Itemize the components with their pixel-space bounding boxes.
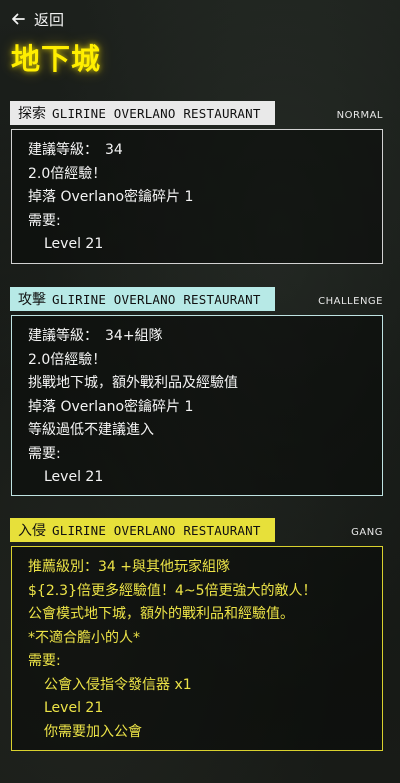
challenge-info: 挑戰地下城，額外戰利品及經驗值	[28, 375, 238, 391]
exp-bonus: 2.0倍經驗！	[28, 165, 107, 182]
mode-header: 攻擊 GLIRINE OVERLANO RESTAURANT	[10, 287, 275, 311]
drop-info: 掉落 Overlano密鑰碎片 1	[28, 398, 194, 415]
mode-verb: 攻擊	[18, 292, 46, 308]
mode-tag: NORMAL	[336, 110, 383, 121]
recommended-level: 推薦級別：34 +與其他玩家組隊	[28, 559, 230, 575]
requirements-label: 需要:	[28, 445, 61, 462]
mode-header: 探索 GLIRINE OVERLANO RESTAURANT	[10, 101, 275, 125]
recommended-level: 建議等級： 34+組隊	[28, 328, 163, 344]
mode-header: 入侵 GLIRINE OVERLANO RESTAURANT	[10, 518, 275, 542]
mode-location: GLIRINE OVERLANO RESTAURANT	[52, 105, 261, 121]
mode-verb: 探索	[18, 106, 46, 122]
requirements-label: 需要:	[28, 653, 61, 669]
exp-bonus: ${2.3}倍更多經驗值！4~5倍更強大的敵人！	[28, 582, 317, 599]
mode-verb: 入侵	[18, 523, 46, 539]
requirement-level: Level 21	[44, 236, 104, 252]
requirements-label: 需要:	[28, 212, 61, 229]
mode-details: 建議等級： 34 2.0倍經驗！ 掉落 Overlano密鑰碎片 1 需要: L…	[11, 129, 383, 264]
mode-details: 建議等級： 34+組隊 2.0倍經驗！ 挑戰地下城，額外戰利品及經驗值 掉落 O…	[11, 315, 383, 496]
back-label: 返回	[34, 10, 65, 29]
level-warning: 等級過低不建議進入	[28, 422, 154, 438]
exp-bonus: 2.0倍經驗！	[28, 351, 107, 368]
mode-location: GLIRINE OVERLANO RESTAURANT	[52, 291, 261, 307]
back-button[interactable]: 返回	[10, 8, 64, 30]
warning-note: *不適合膽小的人*	[28, 629, 140, 646]
recommended-level: 建議等級： 34	[28, 142, 123, 158]
mode-tag: GANG	[351, 527, 383, 538]
gang-info: 公會模式地下城，額外的戰利品和經驗值。	[28, 606, 294, 622]
mode-location: GLIRINE OVERLANO RESTAURANT	[52, 522, 261, 538]
mode-details: 推薦級別：34 +與其他玩家組隊 ${2.3}倍更多經驗值！4~5倍更強大的敵人…	[11, 546, 383, 751]
drop-info: 掉落 Overlano密鑰碎片 1	[28, 189, 194, 205]
requirement-guild: 你需要加入公會	[44, 723, 142, 740]
requirement-level: Level 21	[44, 469, 104, 485]
page-title: 地下城	[11, 42, 102, 76]
requirement-item: 公會入侵指令發信器 x1	[44, 676, 192, 693]
arrow-left-icon	[12, 13, 25, 25]
mode-tag: CHALLENGE	[318, 296, 383, 307]
requirement-level: Level 21	[44, 700, 104, 716]
